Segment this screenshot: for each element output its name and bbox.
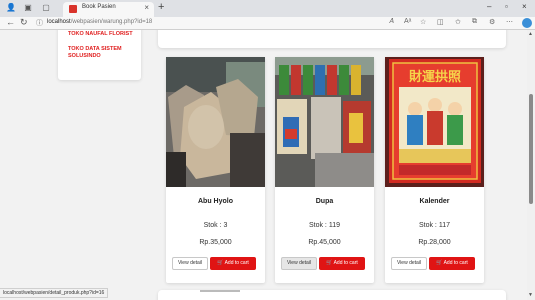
tab-close-icon[interactable]: × [144,3,149,12]
collections-icon[interactable]: ▣ [23,3,33,13]
view-detail-button[interactable]: View detail [172,257,208,270]
product-stock: Stok : 119 [308,222,340,229]
url-host: localhost [47,19,71,25]
tab-title: Book Pasien [82,4,116,10]
favorites-icon[interactable]: ✩ [455,18,461,26]
new-tab-button[interactable]: + [158,1,164,13]
close-window-button[interactable]: × [522,2,527,11]
add-to-cart-label: Add to cart [224,260,249,266]
view-detail-button[interactable]: View detail [391,257,427,270]
product-price: Rp.28,000 [418,239,451,246]
product-card-abu-hyolo: Abu Hyolo Stok : 3 Rp.35,000 View detail… [166,57,265,283]
view-detail-button[interactable]: View detail [281,257,317,270]
page-viewport: TOKO NAUFAL FLORIST TOKO DATA SISTEM SOL… [0,30,527,300]
scroll-down-icon[interactable]: ▼ [528,292,533,298]
product-stock: Stok : 117 [418,222,450,229]
product-price: Rp.45,000 [308,239,341,246]
extensions-icon[interactable]: ⚙ [489,18,495,26]
header-card [158,30,506,48]
product-image-kalender[interactable]: 財運拱照 [385,57,484,187]
store-list-card: TOKO NAUFAL FLORIST TOKO DATA SISTEM SOL… [58,30,141,80]
refresh-icon[interactable]: ↻ [20,17,28,28]
status-link-preview: localhost/webpasien/detail_produk.php?id… [0,288,109,298]
product-card-dupa: Dupa Stok : 119 Rp.45,000 View detail 🛒 … [275,57,374,283]
product-stock: Stok : 3 [203,222,228,229]
tab-actions-icon[interactable]: ▢ [41,3,51,13]
scroll-up-icon[interactable]: ▲ [528,31,533,37]
add-to-cart-label: Add to cart [443,260,468,266]
more-menu-icon[interactable]: ⋯ [506,18,513,26]
store-link-naufal[interactable]: TOKO NAUFAL FLORIST [68,31,133,38]
store-link-data-sistem[interactable]: TOKO DATA SISTEM SOLUSINDO [68,46,132,60]
tab-bar: 👤 ▣ ▢ Book Pasien × + – ▫ × [0,0,535,17]
calendar-title-text: 財運拱照 [408,69,461,85]
product-price: Rp.35,000 [199,239,232,246]
next-row-card [158,290,506,300]
maximize-button[interactable]: ▫ [505,2,508,11]
favorite-star-icon[interactable]: ☆ [420,18,426,26]
page-scrollbar[interactable]: ▲ ▼ [527,30,535,300]
product-name: Kalender [419,198,450,205]
profile-icon[interactable]: 👤 [6,3,16,13]
translate-icon[interactable]: Aᵃ [404,18,411,25]
product-name: Abu Hyolo [198,198,233,205]
next-row-image [200,290,240,292]
product-image-abu-hyolo[interactable] [166,57,265,187]
url-field[interactable]: localhost/webpasien/warung.php?id=18 [47,19,152,25]
add-to-cart-button[interactable]: 🛒 Add to cart [210,257,256,270]
info-icon[interactable]: ⓘ [36,18,43,28]
favicon-icon [69,5,77,13]
product-card-kalender: 財運拱照 Kalender Stok : 117 Rp.28,000 View … [385,57,484,283]
read-aloud-icon[interactable]: 𝐴 [389,18,394,26]
product-name: Dupa [315,198,334,205]
avatar[interactable] [522,18,532,28]
collections-add-icon[interactable]: ⧉ [472,18,477,26]
add-to-cart-button[interactable]: 🛒 Add to cart [429,257,475,270]
split-screen-icon[interactable]: ◫ [437,18,444,26]
product-image-dupa[interactable] [275,57,374,187]
scroll-thumb[interactable] [529,94,533,204]
add-to-cart-label: Add to cart [333,260,358,266]
url-path: /webpasien/warung.php?id=18 [70,19,153,25]
tab-book-pasien[interactable]: Book Pasien × [63,2,154,17]
add-to-cart-button[interactable]: 🛒 Add to cart [319,257,365,270]
back-icon[interactable]: ← [6,17,15,27]
address-bar: ← ↻ ⓘ localhost/webpasien/warung.php?id=… [0,17,535,30]
minimize-button[interactable]: – [487,2,491,11]
